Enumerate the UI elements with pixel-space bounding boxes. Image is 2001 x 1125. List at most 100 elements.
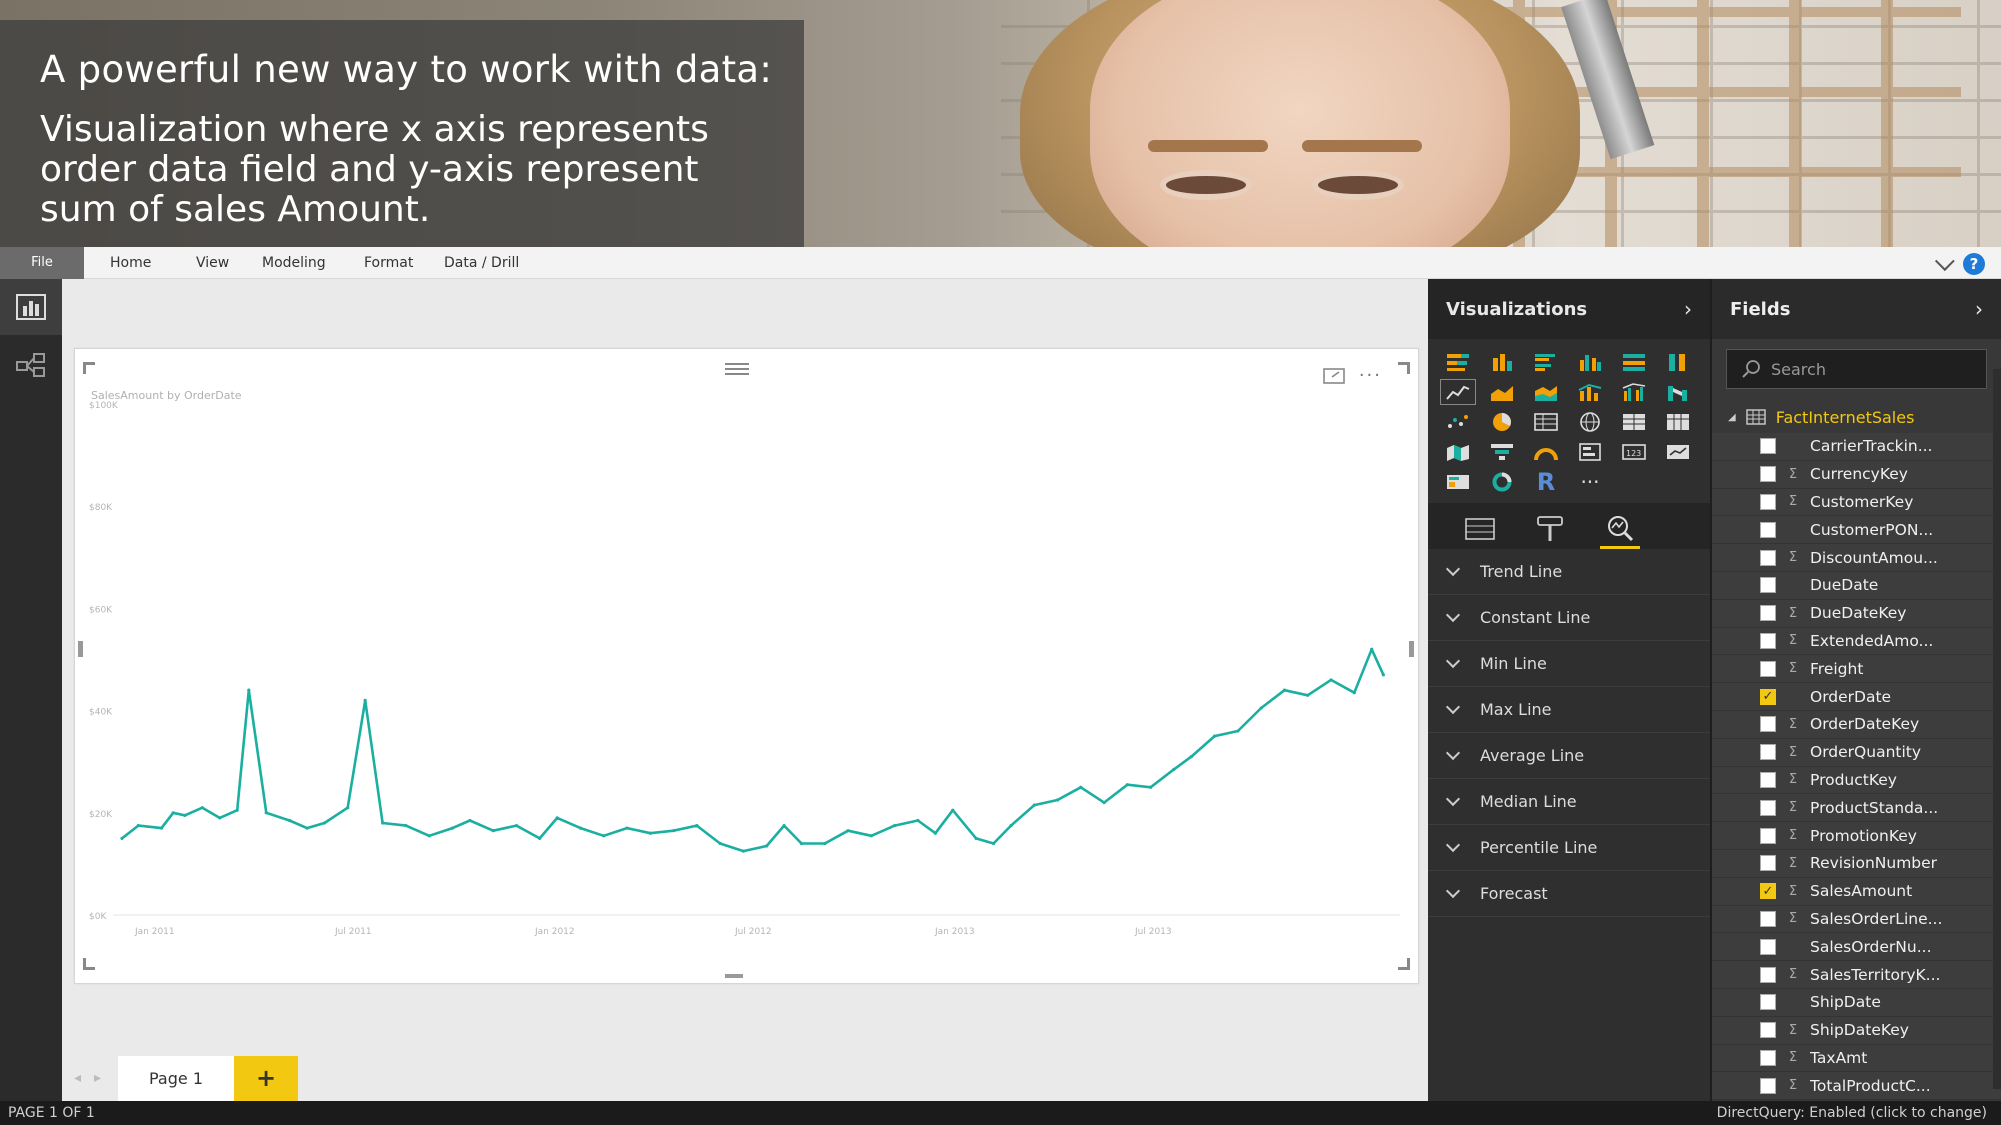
collapse-visualizations-icon[interactable]: › [1684, 297, 1692, 321]
100-stacked-bar-icon[interactable] [1616, 349, 1652, 375]
field-checkbox[interactable] [1760, 994, 1776, 1011]
table-node-factinternetsales[interactable]: ◢ FactInternetSales [1712, 401, 2001, 433]
line-and-clustered-column-icon[interactable] [1616, 379, 1652, 405]
data-point[interactable] [514, 823, 519, 828]
data-point[interactable] [578, 826, 583, 830]
field-checkbox[interactable] [1760, 1022, 1776, 1039]
data-point[interactable] [846, 829, 850, 833]
field-checkbox[interactable] [1760, 799, 1776, 816]
percentile-line-section[interactable]: Percentile Line [1428, 825, 1710, 871]
data-point[interactable] [491, 829, 495, 833]
data-point[interactable] [322, 821, 327, 825]
field-checkbox[interactable] [1760, 744, 1776, 761]
funnel-chart-icon[interactable] [1484, 439, 1520, 465]
field-row[interactable]: Σ PromotionKey [1712, 822, 2001, 850]
field-row[interactable]: SalesOrderNu... [1712, 933, 2001, 962]
report-view-button[interactable] [0, 279, 62, 335]
resize-handle-bottom[interactable] [725, 974, 745, 980]
field-row[interactable]: CustomerPON... [1712, 516, 2001, 545]
data-point[interactable] [264, 811, 268, 815]
data-point[interactable] [1370, 647, 1374, 651]
slicer-icon[interactable] [1440, 469, 1476, 495]
field-row[interactable]: Σ DueDateKey [1712, 599, 2001, 628]
data-point[interactable] [136, 823, 140, 828]
data-point[interactable] [1213, 734, 1217, 738]
data-point[interactable] [450, 826, 455, 830]
format-tab[interactable] [1530, 509, 1570, 549]
prev-page-icon[interactable]: ◂ [74, 1070, 81, 1086]
ribbon-chart-icon[interactable] [1660, 379, 1696, 405]
data-point[interactable] [218, 816, 222, 820]
field-checkbox[interactable] [1760, 716, 1776, 733]
field-checkbox[interactable] [1760, 493, 1776, 510]
data-point[interactable] [120, 836, 124, 840]
average-line-section[interactable]: Average Line [1428, 733, 1710, 779]
field-checkbox[interactable] [1760, 966, 1776, 983]
field-checkbox[interactable] [1760, 632, 1776, 649]
data-point[interactable] [235, 808, 239, 812]
scatter-chart-icon[interactable] [1440, 409, 1476, 435]
max-line-section[interactable]: Max Line [1428, 687, 1710, 733]
next-page-icon[interactable]: ▸ [94, 1070, 101, 1086]
data-point[interactable] [200, 806, 204, 810]
more-options-icon[interactable]: ··· [1359, 365, 1382, 386]
resize-handle-bottom-left[interactable] [83, 958, 95, 970]
matrix-table-icon[interactable] [1528, 409, 1564, 435]
field-row[interactable]: Σ ShipDateKey [1712, 1016, 2001, 1045]
data-point[interactable] [1009, 823, 1013, 828]
data-point[interactable] [1079, 785, 1083, 789]
field-checkbox[interactable] [1760, 1049, 1776, 1066]
line-chart-visual[interactable]: $0K $20K $40K $60K $80K $100K Jan 2011 Jul 201… [74, 348, 1419, 984]
resize-handle-top-right[interactable] [1398, 362, 1410, 374]
menu-format[interactable]: Format [364, 247, 413, 279]
line-chart-icon[interactable] [1440, 379, 1476, 405]
resize-handle-top-left[interactable] [83, 362, 95, 374]
gauge-chart-icon[interactable] [1528, 439, 1564, 465]
data-point[interactable] [1236, 729, 1240, 733]
field-row[interactable]: Σ RevisionNumber [1712, 849, 2001, 878]
data-point[interactable] [1172, 767, 1176, 771]
data-point[interactable] [468, 818, 472, 823]
globe-map-icon[interactable] [1572, 409, 1608, 435]
100-stacked-column-icon[interactable] [1660, 349, 1696, 375]
field-checkbox[interactable] [1760, 466, 1776, 483]
data-point[interactable] [1055, 798, 1060, 802]
data-point[interactable] [247, 688, 251, 692]
field-checkbox[interactable] [1760, 438, 1776, 455]
field-row[interactable]: Σ DiscountAmou... [1712, 544, 2001, 572]
relationships-view-button[interactable] [0, 337, 62, 393]
page-tab-1[interactable]: Page 1 [118, 1056, 234, 1101]
resize-handle-left[interactable] [78, 641, 84, 659]
card-icon[interactable]: 123 [1616, 439, 1652, 465]
multi-row-card-icon[interactable] [1572, 439, 1608, 465]
data-point[interactable] [171, 811, 175, 815]
data-point[interactable] [427, 834, 431, 838]
clustered-bar-chart-icon[interactable] [1528, 349, 1564, 375]
file-menu[interactable]: File [0, 247, 84, 279]
data-point[interactable] [287, 818, 292, 823]
menu-home[interactable]: Home [110, 247, 151, 279]
field-row[interactable]: Σ ProductKey [1712, 766, 2001, 795]
data-point[interactable] [1352, 691, 1356, 695]
fields-scrollbar[interactable] [1993, 369, 2001, 1089]
field-row[interactable]: Σ OrderDateKey [1712, 710, 2001, 739]
data-point[interactable] [765, 844, 769, 848]
data-point[interactable] [602, 834, 606, 838]
data-point[interactable] [782, 823, 786, 828]
data-point[interactable] [1259, 706, 1263, 710]
field-row[interactable]: ShipDate [1712, 988, 2001, 1017]
field-row[interactable]: Σ SalesTerritoryK... [1712, 961, 2001, 989]
data-point[interactable] [555, 816, 559, 820]
r-script-visual-icon[interactable]: R [1528, 468, 1564, 496]
field-row[interactable]: Σ TaxAmt [1712, 1044, 2001, 1073]
field-checkbox[interactable] [1760, 855, 1776, 872]
menu-modeling[interactable]: Modeling [262, 247, 326, 279]
field-row[interactable]: DueDate [1712, 571, 2001, 600]
data-point[interactable] [718, 841, 722, 846]
median-line-section[interactable]: Median Line [1428, 779, 1710, 825]
analytics-tab[interactable] [1600, 509, 1640, 549]
data-point[interactable] [1102, 800, 1106, 805]
data-point[interactable] [1381, 673, 1385, 677]
field-row[interactable]: Σ ExtendedAmo... [1712, 627, 2001, 656]
field-row[interactable]: Σ ProductStanda... [1712, 794, 2001, 823]
